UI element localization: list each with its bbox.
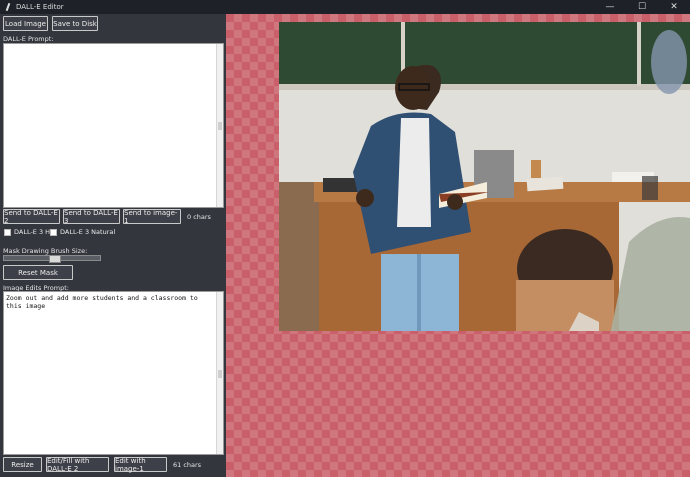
image-edits-scrollbar[interactable] [216, 292, 223, 454]
slider-handle[interactable] [49, 255, 61, 263]
title-bar: DALL-E Editor — ☐ ✕ [0, 0, 690, 14]
brush-size-slider[interactable] [3, 255, 101, 263]
image-edits-prompt-textarea[interactable]: Zoom out and add more students and a cla… [3, 291, 224, 455]
control-panel: Load Image Save to Disk DALL-E Prompt: S… [0, 14, 226, 477]
maximize-icon[interactable]: ☐ [626, 0, 658, 14]
image-edits-prompt-text: Zoom out and add more students and a cla… [6, 294, 202, 310]
send-to-dalle2-button[interactable]: Send to DALL-E 2 [3, 209, 60, 225]
dalle-prompt-textarea[interactable] [3, 43, 224, 208]
minimize-icon[interactable]: — [594, 0, 626, 14]
save-to-disk-button[interactable]: Save to Disk [52, 16, 98, 31]
window-title: DALL-E Editor [16, 3, 64, 11]
dalle-prompt-scrollbar[interactable] [216, 44, 223, 207]
classroom-photo [279, 22, 690, 331]
dalle-prompt-text [4, 44, 218, 48]
dalle3-natural-label: DALL-E 3 Natural [60, 228, 116, 236]
dalle3-hd-label: DALL-E 3 HD [14, 228, 56, 236]
dalle3-hd-checkbox[interactable]: DALL-E 3 HD [4, 228, 55, 236]
resize-button[interactable]: Resize [3, 457, 42, 472]
edit-fill-dalle2-button[interactable]: Edit/Fill with DALL-E 2 [46, 457, 109, 473]
edit-with-image1-button[interactable]: Edit with image-1 [114, 457, 167, 473]
checkbox-box [50, 228, 57, 236]
send-to-image1-button[interactable]: Send to image-1 [123, 209, 181, 225]
send-to-dalle3-button[interactable]: Send to DALL-E 3 [63, 209, 120, 225]
prompt-char-count: 0 chars [187, 213, 211, 221]
edit-char-count: 61 chars [173, 461, 202, 469]
reset-mask-button[interactable]: Reset Mask [3, 265, 73, 280]
image-canvas[interactable] [226, 14, 690, 477]
close-icon[interactable]: ✕ [658, 0, 690, 14]
load-image-button[interactable]: Load Image [3, 16, 48, 31]
feather-icon [4, 3, 12, 11]
dalle-prompt-label: DALL-E Prompt: [3, 35, 54, 43]
dalle3-natural-checkbox[interactable]: DALL-E 3 Natural [50, 228, 115, 236]
window-controls: — ☐ ✕ [594, 0, 690, 14]
checkbox-box [4, 228, 11, 236]
brush-size-label: Mask Drawing Brush Size: [3, 247, 88, 255]
photo-illustration [279, 22, 690, 331]
